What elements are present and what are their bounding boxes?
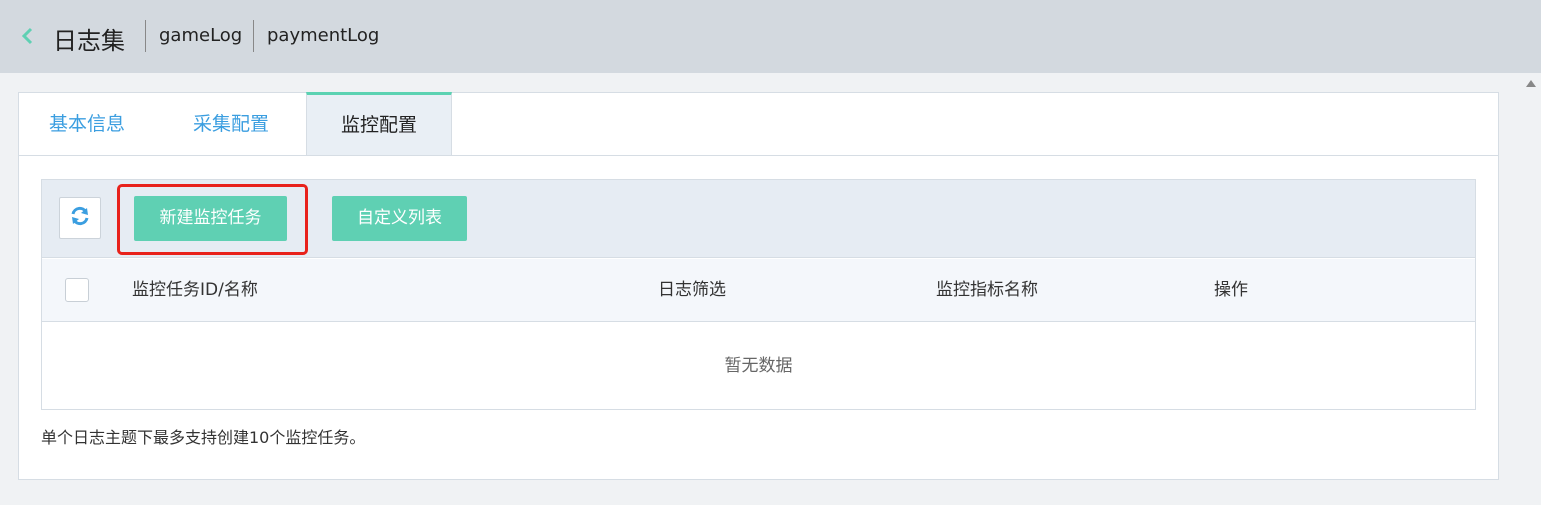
breadcrumb-divider xyxy=(145,20,146,52)
toolbar: 新建监控任务 自定义列表 xyxy=(42,180,1475,258)
refresh-button[interactable] xyxy=(59,197,101,239)
column-header-log-filter: 日志筛选 xyxy=(658,280,726,300)
scroll-up-arrow-icon[interactable] xyxy=(1526,80,1536,87)
select-all-checkbox[interactable] xyxy=(65,278,89,302)
column-header-metric-name: 监控指标名称 xyxy=(936,280,1038,300)
back-chevron-icon[interactable] xyxy=(18,26,38,46)
empty-state-text: 暂无数据 xyxy=(724,356,793,376)
tab-basic-info[interactable]: 基本信息 xyxy=(49,93,125,155)
tab-bar: 基本信息 采集配置 监控配置 xyxy=(19,92,1498,156)
breadcrumb-divider xyxy=(253,20,254,52)
refresh-icon xyxy=(69,205,91,231)
new-monitor-task-button[interactable]: 新建监控任务 xyxy=(134,196,287,241)
column-header-actions: 操作 xyxy=(1214,280,1248,300)
page-title: 日志集 xyxy=(53,27,125,55)
breadcrumb-gamelog[interactable]: gameLog xyxy=(159,25,242,46)
tab-monitor-config[interactable]: 监控配置 xyxy=(306,92,452,155)
top-bar: 日志集 gameLog paymentLog xyxy=(0,0,1541,73)
tab-collection-config[interactable]: 采集配置 xyxy=(193,93,269,155)
table-header: 监控任务ID/名称 日志筛选 监控指标名称 操作 xyxy=(42,259,1475,322)
limit-note: 单个日志主题下最多支持创建10个监控任务。 xyxy=(41,428,366,447)
breadcrumb-paymentlog: paymentLog xyxy=(267,25,380,46)
monitor-task-panel: 新建监控任务 自定义列表 监控任务ID/名称 日志筛选 监控指标名称 操作 暂无… xyxy=(41,179,1476,410)
custom-list-button[interactable]: 自定义列表 xyxy=(332,196,467,241)
content-card: 基本信息 采集配置 监控配置 新建监控任务 自定义列表 监控任务ID/名称 日志… xyxy=(18,92,1499,480)
column-header-task-id-name: 监控任务ID/名称 xyxy=(132,280,258,300)
